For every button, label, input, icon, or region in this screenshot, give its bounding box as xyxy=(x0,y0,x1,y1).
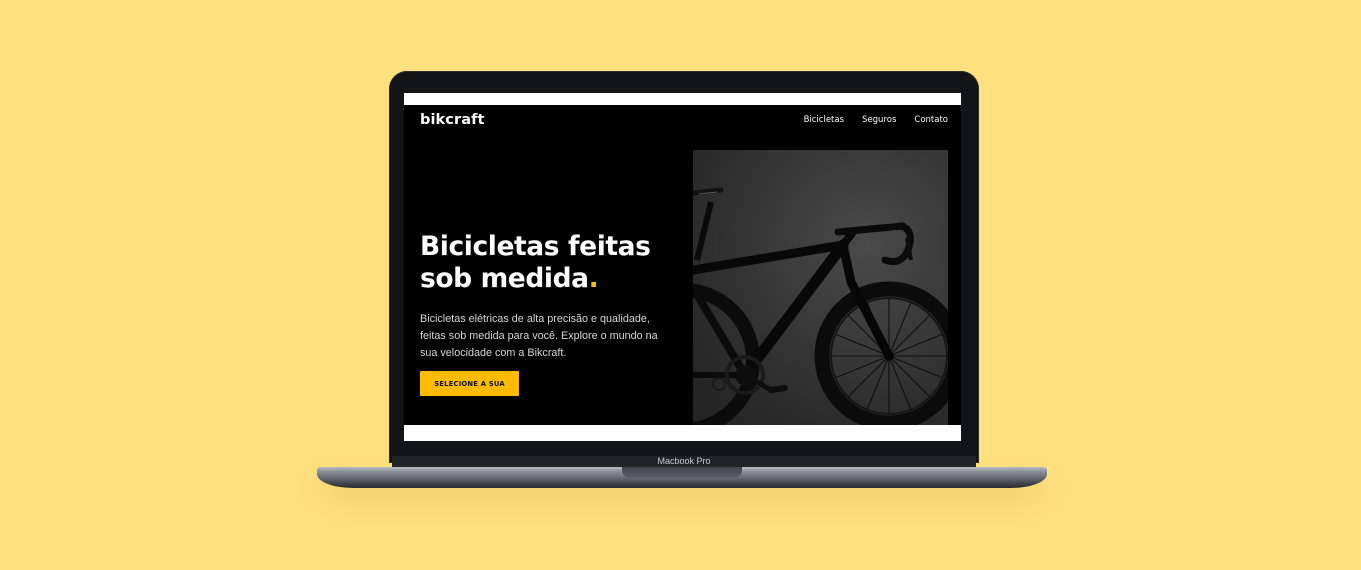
nav-link-contato[interactable]: Contato xyxy=(914,115,948,125)
select-bike-button[interactable]: SELECIONE A SUA xyxy=(420,371,519,396)
hero-title: Bicicletas feitas sob medida. xyxy=(420,231,690,295)
nav-link-bicicletas[interactable]: Bicicletas xyxy=(804,115,844,125)
hero-title-line-2-text: sob medida xyxy=(420,263,589,294)
mockup-background: bikcraft Bicicletas Seguros Contato Bici… xyxy=(0,0,1361,570)
website: bikcraft Bicicletas Seguros Contato Bici… xyxy=(404,105,961,425)
main-nav: Bicicletas Seguros Contato xyxy=(804,115,948,125)
laptop-base xyxy=(317,467,1047,488)
hero-bike-image xyxy=(693,150,948,425)
laptop-screen: bikcraft Bicicletas Seguros Contato Bici… xyxy=(404,93,961,441)
macbook-label: Macbook Pro xyxy=(657,456,711,466)
hero-title-line-2: sob medida. xyxy=(420,263,690,295)
laptop-lid: bikcraft Bicicletas Seguros Contato Bici… xyxy=(389,71,979,463)
hero-title-line-1: Bicicletas feitas xyxy=(420,231,651,262)
hero-description: Bicicletas elétricas de alta precisão e … xyxy=(420,313,658,359)
nav-link-seguros[interactable]: Seguros xyxy=(862,115,896,125)
brand-logo[interactable]: bikcraft xyxy=(420,112,485,128)
laptop-notch xyxy=(622,467,742,478)
bike-illustration xyxy=(693,187,948,425)
hero-title-accent-dot: . xyxy=(588,263,599,294)
